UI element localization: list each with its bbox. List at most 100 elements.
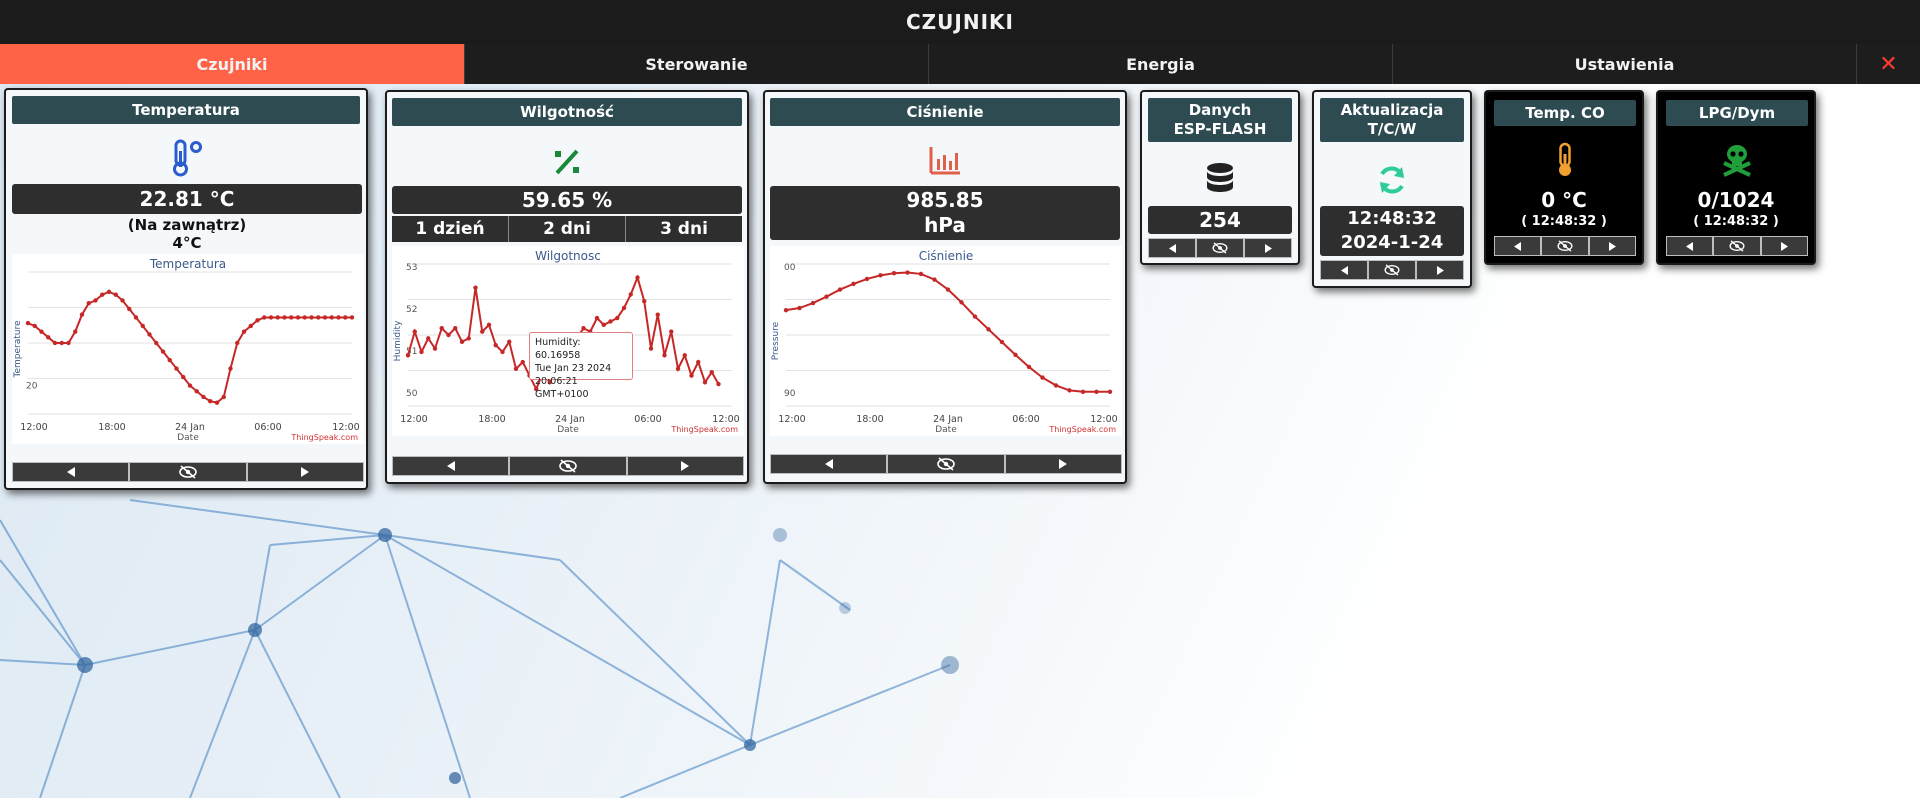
range-2-days-button[interactable]: 2 dni (509, 216, 626, 242)
hide-button[interactable] (129, 462, 247, 482)
app-title-bar: CZUJNIKI (0, 0, 1920, 44)
co-card-title: Temp. CO (1494, 100, 1636, 126)
chart-data-point (140, 323, 145, 329)
next-button[interactable] (1760, 236, 1808, 256)
tab-czujniki[interactable]: Czujniki (0, 44, 464, 84)
chart-data-point (316, 315, 321, 320)
next-button[interactable] (1244, 238, 1292, 258)
chart-data-point (689, 373, 694, 378)
main-tabs: Czujniki Sterowanie Energia Ustawienia ✕ (0, 44, 1920, 84)
chart-data-point (446, 332, 451, 338)
chart-data-point (322, 315, 328, 320)
chart-data-point (932, 277, 937, 282)
temperature-chart: Temperatura Temperature 20 12:00 18:00 24 Jan… (12, 254, 364, 444)
chart-data-point (167, 357, 172, 363)
refresh-icon (1374, 162, 1410, 198)
chart-x-tick-label: 12:00 (778, 414, 805, 425)
tab-sterowanie[interactable]: Sterowanie (464, 44, 928, 84)
chart-data-point (905, 270, 910, 275)
chart-y-tick-label: 20 (26, 382, 38, 392)
co-card: Temp. CO 0 °C ( 12:48:32 ) (1484, 90, 1644, 265)
next-button[interactable] (1416, 260, 1464, 280)
percent-icon (549, 144, 585, 180)
co-time: ( 12:48:32 ) (1521, 214, 1607, 229)
chart-data-point (797, 305, 802, 311)
next-button[interactable] (1004, 454, 1122, 474)
range-1-day-button[interactable]: 1 dzień (392, 216, 509, 242)
chart-data-point (194, 389, 199, 394)
chart-x-tick-label: 12:00 (20, 422, 47, 433)
chart-data-point (918, 271, 924, 277)
hide-button[interactable] (509, 456, 627, 476)
hide-button[interactable] (1713, 236, 1761, 256)
chart-data-point (851, 281, 856, 287)
chart-data-point (295, 315, 301, 320)
range-3-days-button[interactable]: 3 dni (626, 216, 742, 242)
chart-data-point (709, 369, 714, 375)
chart-data-point (289, 315, 294, 320)
chart-x-tick-label: 18:00 (478, 414, 505, 425)
chart-data-point (154, 340, 159, 346)
chart-data-point (343, 315, 348, 320)
chart-x-tick-label: 12:00 (712, 414, 739, 425)
chart-data-point (93, 298, 98, 303)
chart-data-point (972, 314, 978, 319)
chart-data-point (52, 340, 58, 346)
chart-x-tick-label: 12:00 (332, 422, 359, 433)
chart-credit: ThingSpeak.com (290, 433, 358, 442)
chart-data-point (106, 289, 112, 295)
prev-button[interactable] (12, 462, 130, 482)
chart-data-point (25, 320, 31, 326)
update-card: Aktualizacja T/C/W 12:48:32 2024-1-24 (1312, 90, 1472, 288)
chart-data-point (160, 349, 166, 354)
prev-button[interactable] (1320, 260, 1368, 280)
update-controls (1320, 260, 1464, 280)
bar-chart-icon (927, 142, 963, 178)
chart-credit: ThingSpeak.com (1048, 425, 1116, 434)
lpg-time: ( 12:48:32 ) (1693, 214, 1779, 229)
eye-off-icon (559, 459, 577, 473)
chart-data-point (702, 380, 708, 385)
prev-button[interactable] (392, 456, 510, 476)
tab-energia[interactable]: Energia (928, 44, 1392, 84)
chart-data-point (262, 315, 267, 320)
chart-data-point (208, 399, 213, 404)
co-controls (1494, 236, 1636, 256)
chart-data-point (459, 339, 465, 344)
chart-data-point (513, 366, 519, 372)
hide-button[interactable] (1368, 260, 1416, 280)
prev-button[interactable] (1494, 236, 1542, 256)
close-button[interactable]: ✕ (1856, 44, 1920, 84)
humidity-chart-controls (392, 456, 744, 476)
flash-title-line1: Danych (1188, 101, 1252, 119)
chart-data-point (439, 326, 444, 331)
chart-data-point (1067, 388, 1072, 393)
chart-data-point (147, 332, 152, 337)
next-button[interactable] (246, 462, 364, 482)
chart-data-point (329, 315, 334, 320)
chart-data-point (86, 301, 91, 306)
chart-data-point (1026, 364, 1032, 370)
pressure-card-title: Ciśnienie (770, 98, 1120, 126)
prev-button[interactable] (1148, 238, 1196, 258)
hide-button[interactable] (887, 454, 1005, 474)
next-button[interactable] (626, 456, 744, 476)
eye-off-icon (937, 457, 955, 471)
page-title: CZUJNIKI (906, 10, 1014, 34)
prev-button[interactable] (1666, 236, 1714, 256)
chart-data-point (349, 315, 355, 320)
tab-ustawienia[interactable]: Ustawienia (1392, 44, 1856, 84)
chart-data-point (621, 305, 627, 311)
next-button[interactable] (1588, 236, 1636, 256)
eye-off-icon (1384, 264, 1400, 276)
hide-button[interactable] (1541, 236, 1589, 256)
chart-data-point (221, 394, 226, 400)
chart-data-point (635, 275, 640, 280)
prev-button[interactable] (770, 454, 888, 474)
chart-data-point (1080, 389, 1086, 394)
hide-button[interactable] (1196, 238, 1244, 258)
co-value: 0 °C (1541, 188, 1587, 212)
flash-card-title: Danych ESP-FLASH (1148, 98, 1292, 142)
chart-data-point (268, 315, 274, 320)
chart-data-point (615, 315, 620, 321)
